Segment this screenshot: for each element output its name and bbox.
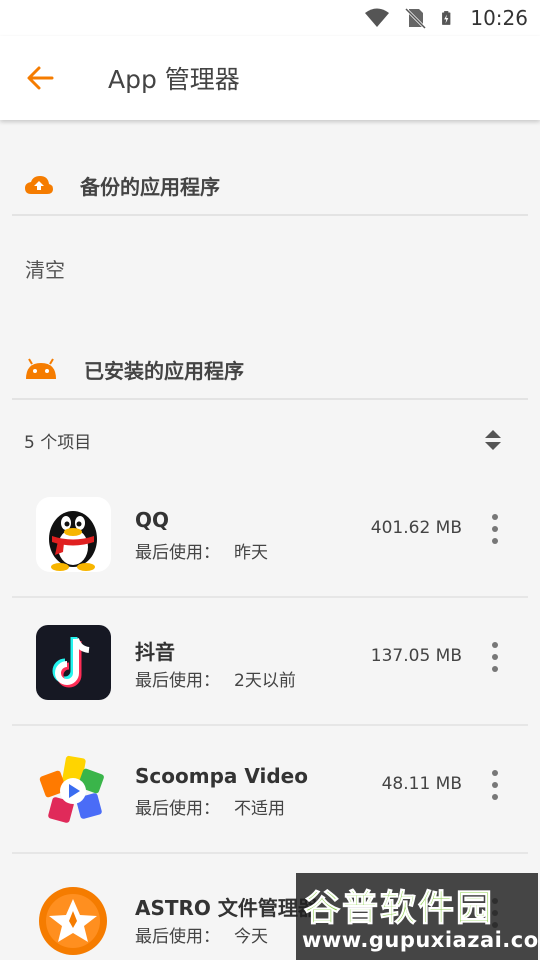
- app-last-used: 最后使用： 今天: [135, 927, 268, 947]
- app-row-qq[interactable]: QQ 最后使用： 昨天 401.62 MB: [12, 470, 528, 598]
- wifi-icon: [365, 8, 390, 27]
- app-size: 48.11 MB: [381, 774, 462, 794]
- backup-section-header: 备份的应用程序: [12, 156, 528, 216]
- arrow-left-icon: [27, 66, 54, 90]
- installed-section-header: 已安装的应用程序: [12, 340, 528, 400]
- installed-section-title: 已安装的应用程序: [84, 358, 244, 383]
- status-time: 10:26: [470, 6, 528, 30]
- tiktok-note-icon: [36, 625, 111, 700]
- backup-section-title: 备份的应用程序: [80, 174, 220, 199]
- status-bar: 10:26: [0, 0, 540, 36]
- app-name: QQ: [135, 508, 170, 532]
- app-last-used: 最后使用： 不适用: [135, 799, 285, 819]
- back-button[interactable]: [0, 36, 80, 120]
- app-name: Scoompa Video: [135, 764, 308, 788]
- watermark-url: www.gupuxiazai.com: [302, 928, 540, 952]
- item-count-row: 5 个项目: [12, 410, 528, 470]
- app-row-scoompa[interactable]: Scoompa Video 最后使用： 不适用 48.11 MB: [12, 726, 528, 854]
- sort-updown-icon[interactable]: [484, 429, 502, 451]
- android-icon: [26, 358, 56, 379]
- app-bar: App 管理器: [0, 36, 540, 120]
- more-options-button[interactable]: [490, 642, 500, 672]
- cloud-upload-icon: [25, 176, 53, 194]
- more-options-button[interactable]: [490, 770, 500, 800]
- app-row-douyin[interactable]: 抖音 最后使用： 2天以前 137.05 MB: [12, 598, 528, 726]
- watermark: 谷普软件园 www.gupuxiazai.com: [296, 873, 540, 960]
- watermark-title: 谷普软件园: [303, 888, 495, 930]
- app-last-used: 最后使用： 昨天: [135, 543, 268, 563]
- astro-star-icon: [36, 881, 111, 956]
- page-title: App 管理器: [108, 65, 240, 94]
- item-count: 5 个项目: [24, 432, 92, 453]
- app-name: ASTRO 文件管理器: [135, 896, 318, 920]
- scoompa-play-icon: [36, 753, 111, 828]
- app-last-used: 最后使用： 2天以前: [135, 671, 296, 691]
- no-sim-icon: [405, 7, 427, 29]
- backup-empty-label: 清空: [25, 258, 65, 282]
- more-options-button[interactable]: [490, 514, 500, 544]
- qq-penguin-icon: [36, 497, 111, 572]
- app-size: 137.05 MB: [370, 646, 462, 666]
- app-size: 401.62 MB: [370, 518, 462, 538]
- battery-charging-icon: [442, 11, 451, 25]
- app-name: 抖音: [135, 640, 175, 664]
